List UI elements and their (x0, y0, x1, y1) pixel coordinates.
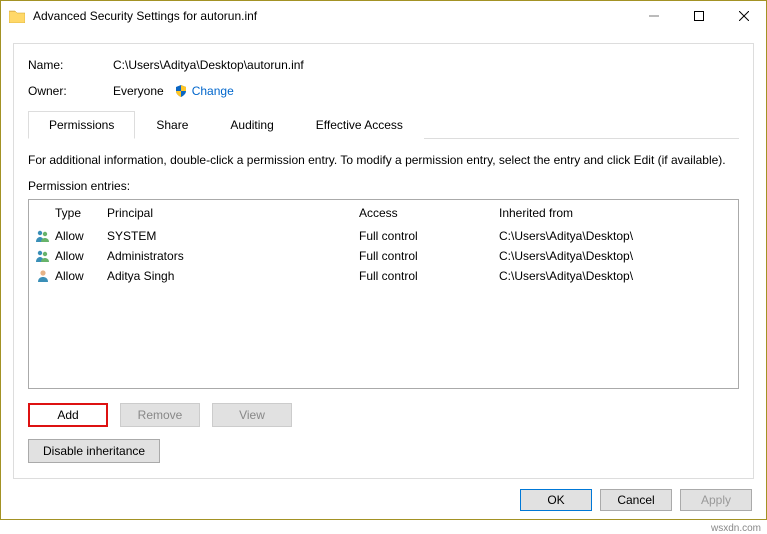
owner-row: Owner: Everyone Change (28, 84, 739, 98)
owner-value: Everyone (113, 84, 164, 98)
tabs: Permissions Share Auditing Effective Acc… (28, 110, 739, 139)
permission-entries-table: Type Principal Access Inherited from All… (28, 199, 739, 389)
cell-access: Full control (359, 269, 499, 283)
cell-inherited: C:\Users\Aditya\Desktop\ (499, 229, 734, 243)
cell-principal: Aditya Singh (107, 269, 359, 283)
tab-permissions[interactable]: Permissions (28, 111, 135, 139)
window-title: Advanced Security Settings for autorun.i… (33, 9, 631, 23)
user-icon (33, 269, 55, 283)
security-settings-window: Advanced Security Settings for autorun.i… (0, 0, 767, 520)
dialog-buttons: OK Cancel Apply (520, 489, 752, 511)
cancel-button[interactable]: Cancel (600, 489, 672, 511)
table-row[interactable]: AllowSYSTEMFull controlC:\Users\Aditya\D… (29, 226, 738, 246)
watermark: wsxdn.com (711, 523, 761, 534)
header-access[interactable]: Access (359, 206, 499, 220)
cell-inherited: C:\Users\Aditya\Desktop\ (499, 249, 734, 263)
cell-type: Allow (55, 269, 107, 283)
cell-inherited: C:\Users\Aditya\Desktop\ (499, 269, 734, 283)
cell-principal: Administrators (107, 249, 359, 263)
cell-access: Full control (359, 249, 499, 263)
group-icon (33, 249, 55, 263)
cell-type: Allow (55, 249, 107, 263)
change-owner-link[interactable]: Change (192, 84, 234, 98)
header-inherited[interactable]: Inherited from (499, 206, 734, 220)
titlebar: Advanced Security Settings for autorun.i… (1, 1, 766, 31)
apply-button: Apply (680, 489, 752, 511)
group-icon (33, 229, 55, 243)
cell-principal: SYSTEM (107, 229, 359, 243)
content-panel: Name: C:\Users\Aditya\Desktop\autorun.in… (13, 43, 754, 479)
remove-button: Remove (120, 403, 200, 427)
disable-inheritance-button[interactable]: Disable inheritance (28, 439, 160, 463)
cell-type: Allow (55, 229, 107, 243)
add-button[interactable]: Add (28, 403, 108, 427)
table-row[interactable]: AllowAditya SinghFull controlC:\Users\Ad… (29, 266, 738, 286)
info-text: For additional information, double-click… (28, 153, 739, 167)
header-type[interactable]: Type (55, 206, 107, 220)
ok-button[interactable]: OK (520, 489, 592, 511)
entries-label: Permission entries: (28, 179, 739, 193)
tab-share[interactable]: Share (135, 111, 209, 139)
owner-label: Owner: (28, 84, 113, 98)
close-button[interactable] (721, 2, 766, 31)
name-row: Name: C:\Users\Aditya\Desktop\autorun.in… (28, 58, 739, 72)
table-row[interactable]: AllowAdministratorsFull controlC:\Users\… (29, 246, 738, 266)
maximize-button[interactable] (676, 2, 721, 31)
header-principal[interactable]: Principal (107, 206, 359, 220)
folder-icon (9, 9, 25, 23)
table-header: Type Principal Access Inherited from (29, 200, 738, 226)
name-value: C:\Users\Aditya\Desktop\autorun.inf (113, 58, 304, 72)
shield-icon (174, 84, 188, 98)
tab-effective-access[interactable]: Effective Access (295, 111, 424, 139)
entry-buttons-row: Add Remove View (28, 403, 739, 427)
view-button: View (212, 403, 292, 427)
name-label: Name: (28, 58, 113, 72)
minimize-button[interactable] (631, 2, 676, 31)
tab-auditing[interactable]: Auditing (209, 111, 294, 139)
cell-access: Full control (359, 229, 499, 243)
